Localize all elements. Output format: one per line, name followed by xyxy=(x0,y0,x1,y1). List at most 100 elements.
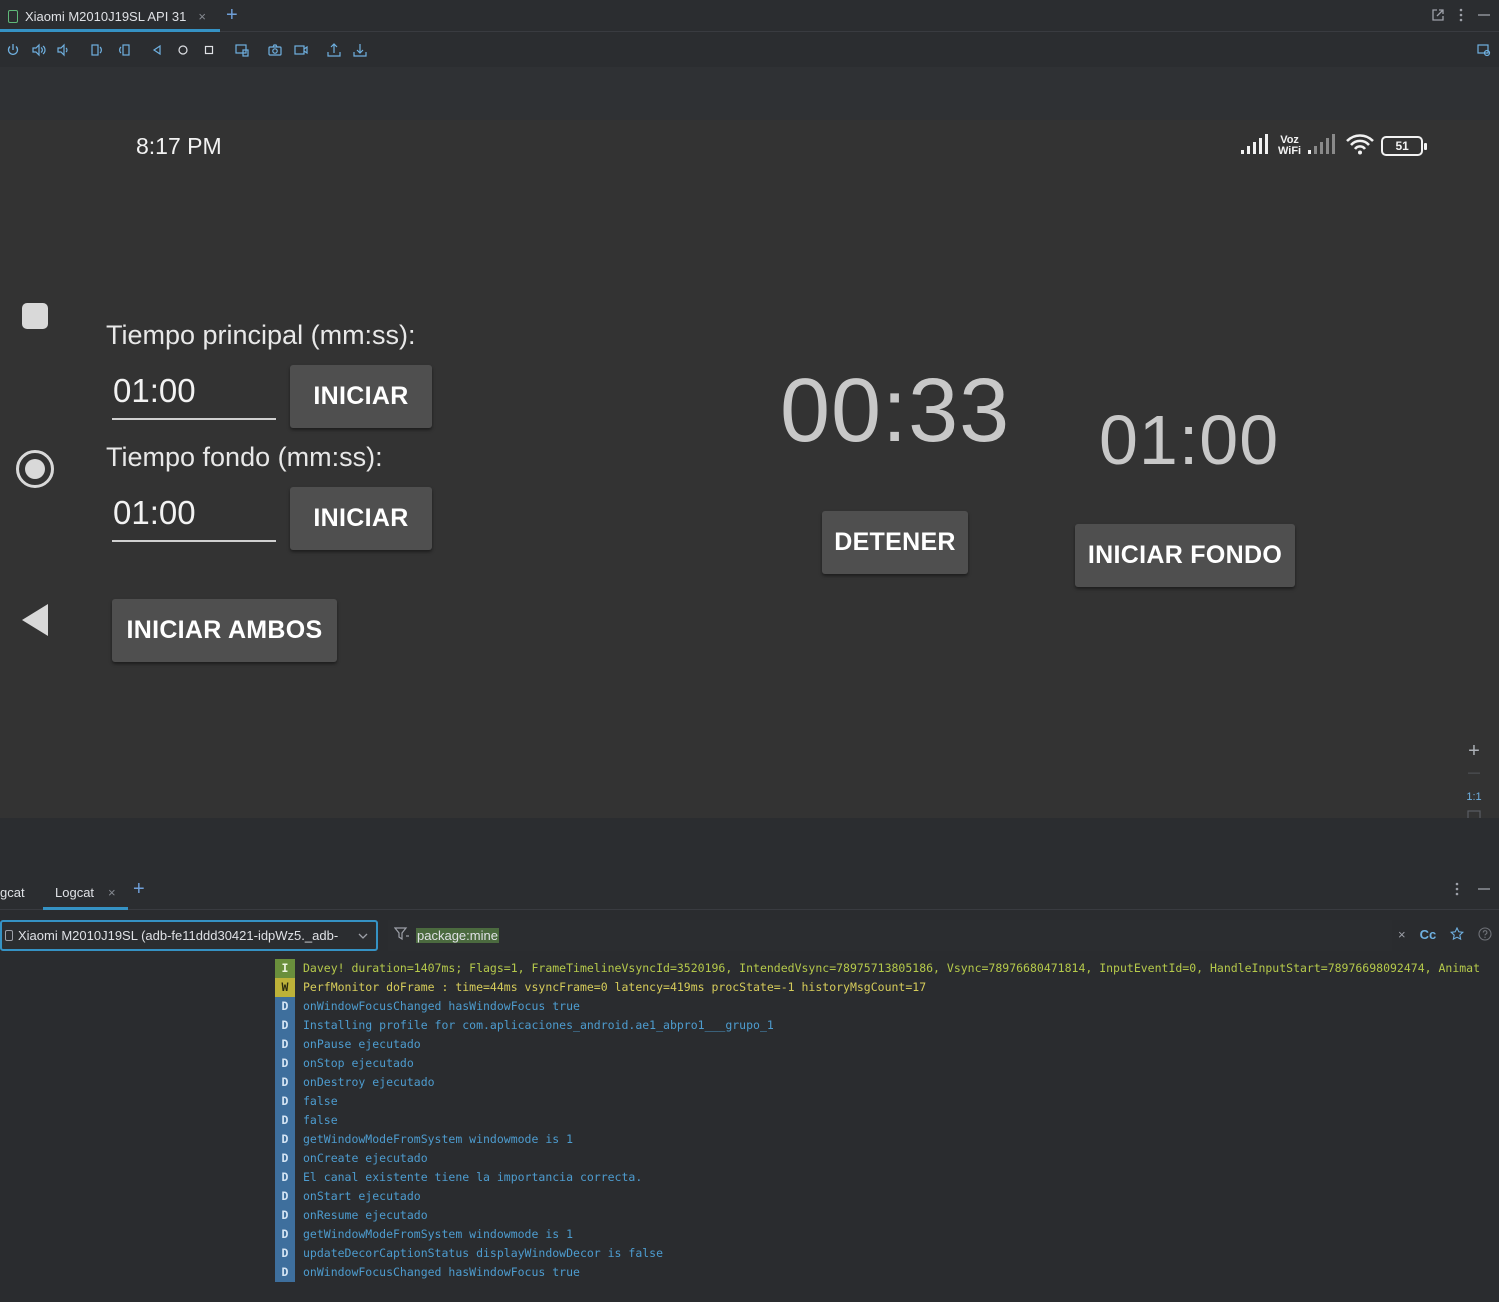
log-message: getWindowModeFromSystem windowmode is 1 xyxy=(303,1227,574,1241)
log-message: onResume ejecutado xyxy=(303,1208,428,1222)
signal-icon xyxy=(1240,133,1272,160)
logcat-minimize-icon[interactable] xyxy=(1477,882,1491,899)
nav-home-icon[interactable] xyxy=(16,450,54,488)
status-bar-time: 8:17 PM xyxy=(136,133,222,159)
main-timer-display: 00:33 xyxy=(780,361,1011,461)
logcat-kebab-menu-icon[interactable] xyxy=(1455,882,1459,899)
logcat-filter-query: package:mine xyxy=(416,928,499,943)
device-icon xyxy=(5,930,13,941)
log-message: onPause ejecutado xyxy=(303,1037,421,1051)
add-tab-icon[interactable]: + xyxy=(226,3,238,27)
logcat-tab[interactable]: Logcat xyxy=(55,885,94,900)
logcat-tab-close-icon[interactable]: × xyxy=(108,885,116,900)
log-line[interactable]: DgetWindowModeFromSystem windowmode is 1 xyxy=(275,1130,1499,1149)
log-level-badge: W xyxy=(275,978,295,997)
log-message: false xyxy=(303,1113,338,1127)
log-line[interactable]: DonCreate ejecutado xyxy=(275,1149,1499,1168)
log-line[interactable]: DonPause ejecutado xyxy=(275,1035,1499,1054)
log-level-badge: D xyxy=(275,1092,295,1111)
log-line[interactable]: DonDestroy ejecutado xyxy=(275,1073,1499,1092)
emulator-toolbar xyxy=(0,33,1499,67)
log-level-badge: D xyxy=(275,1130,295,1149)
logcat-filter-input[interactable]: package:mine xyxy=(388,920,1392,951)
volume-down-icon[interactable] xyxy=(54,41,72,59)
log-line[interactable]: DonStop ejecutado xyxy=(275,1054,1499,1073)
log-message: Installing profile for com.aplicaciones_… xyxy=(303,1018,774,1032)
bg-time-label: Tiempo fondo (mm:ss): xyxy=(106,442,383,472)
fold-icon[interactable] xyxy=(233,41,251,59)
log-level-badge: D xyxy=(275,1263,295,1282)
device-screen[interactable]: 8:17 PM Voz WiFi 51 Tiempo principal (mm… xyxy=(0,120,1499,822)
logcat-panel: gcat Logcat × + Xiaomi M2010J19SL (adb-f… xyxy=(0,818,1499,1302)
overview-icon[interactable] xyxy=(200,41,218,59)
log-line[interactable]: DupdateDecorCaptionStatus displayWindowD… xyxy=(275,1244,1499,1263)
main-time-input[interactable]: 01:00 xyxy=(112,364,276,420)
volume-up-icon[interactable] xyxy=(30,41,48,59)
logcat-output[interactable]: I Davey! duration=1407ms; Flags=1, FrameT… xyxy=(275,959,1499,1282)
favorite-star-icon[interactable] xyxy=(1450,926,1465,944)
logcat-panel-title: gcat xyxy=(0,885,25,900)
log-line[interactable]: DonStart ejecutado xyxy=(275,1187,1499,1206)
start-main-button[interactable]: INICIAR xyxy=(290,365,432,428)
export-icon[interactable] xyxy=(325,41,343,59)
back-icon[interactable] xyxy=(148,41,166,59)
start-background-button[interactable]: INICIAR FONDO xyxy=(1075,524,1295,587)
screenshot-icon[interactable] xyxy=(266,41,284,59)
log-line[interactable]: DgetWindowModeFromSystem windowmode is 1 xyxy=(275,1225,1499,1244)
battery-icon: 51 xyxy=(1381,136,1428,156)
log-level-badge: D xyxy=(275,1168,295,1187)
match-case-button[interactable]: Cc xyxy=(1420,927,1437,944)
log-line[interactable]: DonWindowFocusChanged hasWindowFocus tru… xyxy=(275,1263,1499,1282)
home-icon[interactable] xyxy=(174,41,192,59)
status-bar-icons: Voz WiFi 51 xyxy=(1240,132,1428,160)
rotate-right-icon[interactable] xyxy=(115,41,133,59)
device-tab-label: Xiaomi M2010J19SL API 31 xyxy=(25,8,187,24)
power-icon[interactable] xyxy=(4,41,22,59)
zoom-actual-size-button[interactable]: 1:1 xyxy=(1462,791,1486,803)
log-message: false xyxy=(303,1094,338,1108)
logcat-splitter[interactable] xyxy=(0,818,1499,874)
tab-close-icon[interactable]: × xyxy=(198,9,206,24)
start-both-button[interactable]: INICIAR AMBOS xyxy=(112,599,337,662)
logcat-add-tab-icon[interactable]: + xyxy=(133,878,145,901)
start-bg-button[interactable]: INICIAR xyxy=(290,487,432,550)
log-line[interactable]: I Davey! duration=1407ms; Flags=1, FrameT… xyxy=(275,959,1499,978)
log-message: Davey! duration=1407ms; Flags=1, FrameTi… xyxy=(303,961,1481,975)
minimize-icon[interactable] xyxy=(1477,8,1491,25)
kebab-menu-icon[interactable] xyxy=(1459,8,1463,25)
log-level-badge: I xyxy=(275,959,295,978)
import-icon[interactable] xyxy=(351,41,369,59)
log-line[interactable]: DonWindowFocusChanged hasWindowFocus tru… xyxy=(275,997,1499,1016)
logcat-device-select[interactable]: Xiaomi M2010J19SL (adb-fe11ddd30421-idpW… xyxy=(0,920,378,951)
log-line[interactable]: D Installing profile for com.aplicaciones… xyxy=(275,1016,1499,1035)
log-message: onStart ejecutado xyxy=(303,1189,421,1203)
log-level-badge: D xyxy=(275,1016,295,1035)
bg-time-input[interactable]: 01:00 xyxy=(112,486,276,542)
log-line[interactable]: Dfalse xyxy=(275,1092,1499,1111)
clear-filter-icon[interactable]: × xyxy=(1398,927,1406,944)
log-message: onDestroy ejecutado xyxy=(303,1075,435,1089)
log-line[interactable]: D El canal existente tiene la importancia… xyxy=(275,1168,1499,1187)
stop-button[interactable]: DETENER xyxy=(822,511,968,574)
device-tab[interactable]: Xiaomi M2010J19SL API 31 × xyxy=(0,0,220,32)
wifi-label: WiFi xyxy=(1278,145,1302,157)
log-message: onCreate ejecutado xyxy=(303,1151,428,1165)
ide-tab-bar: Xiaomi M2010J19SL API 31 × + xyxy=(0,0,1499,32)
filter-icon xyxy=(393,927,410,944)
screen-record-icon[interactable] xyxy=(292,41,310,59)
log-level-badge: D xyxy=(275,1073,295,1092)
device-frame-icon[interactable] xyxy=(1475,41,1493,59)
external-link-icon[interactable] xyxy=(1431,8,1445,25)
nav-recents-icon[interactable] xyxy=(22,303,48,329)
help-icon[interactable] xyxy=(1478,927,1492,944)
log-message: getWindowModeFromSystem windowmode is 1 xyxy=(303,1132,574,1146)
zoom-out-icon[interactable]: — xyxy=(1462,765,1486,779)
log-line[interactable]: W PerfMonitor doFrame : time=44ms vsyncFr… xyxy=(275,978,1499,997)
log-message: El canal existente tiene la importancia … xyxy=(303,1170,643,1184)
main-time-label: Tiempo principal (mm:ss): xyxy=(106,320,416,350)
log-line[interactable]: DonResume ejecutado xyxy=(275,1206,1499,1225)
rotate-left-icon[interactable] xyxy=(88,41,106,59)
nav-back-icon[interactable] xyxy=(22,604,48,636)
zoom-in-icon[interactable]: + xyxy=(1462,740,1486,763)
log-line[interactable]: Dfalse xyxy=(275,1111,1499,1130)
